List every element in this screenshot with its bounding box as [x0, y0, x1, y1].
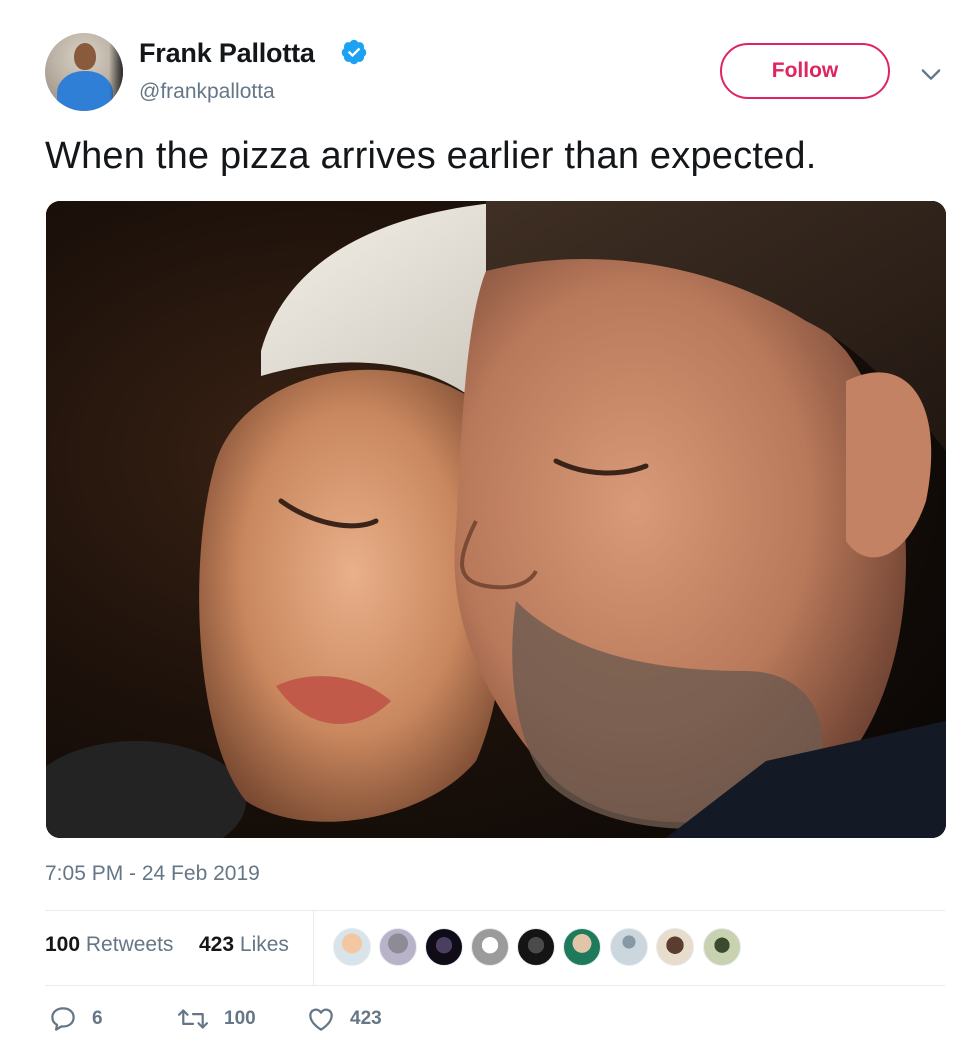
retweet-icon [177, 1009, 209, 1029]
retweet-count: 100 [224, 1008, 256, 1029]
likes-count: 423 [199, 933, 235, 956]
retweets-count: 100 [45, 933, 81, 956]
author-name[interactable]: Frank Pallotta [139, 38, 315, 69]
stats-divider [313, 910, 314, 985]
reply-icon [51, 1007, 75, 1031]
retweets-label: Retweets [85, 933, 174, 956]
avatar-head [74, 43, 96, 70]
like-action[interactable]: 423 [306, 1004, 382, 1034]
liker-avatar-3[interactable] [425, 928, 463, 966]
divider-bottom [45, 985, 945, 986]
tweet-timestamp[interactable]: 7:05 PM - 24 Feb 2019 [45, 862, 260, 886]
follow-button[interactable]: Follow [720, 43, 890, 99]
liker-avatar-1[interactable] [333, 928, 371, 966]
tweet: Frank Pallotta @frankpallotta Follow Whe… [0, 0, 980, 1049]
liker-avatar-7[interactable] [610, 928, 648, 966]
liker-avatar-6[interactable] [563, 928, 601, 966]
liker-avatar-2[interactable] [379, 928, 417, 966]
retweet-action[interactable]: 100 [176, 1004, 256, 1034]
retweets-stat[interactable]: 100 Retweets [45, 933, 173, 957]
author-handle[interactable]: @frankpallotta [139, 80, 275, 104]
photo-illustration [46, 201, 946, 838]
likes-label: Likes [239, 933, 289, 956]
tweet-photo[interactable] [46, 201, 946, 838]
likes-stat[interactable]: 423 Likes [199, 933, 289, 957]
avatar-edge [109, 33, 123, 111]
reply-count: 6 [92, 1008, 103, 1029]
liker-avatar-9[interactable] [703, 928, 741, 966]
chevron-down-icon[interactable] [917, 60, 945, 88]
verified-badge-icon [341, 39, 367, 65]
tweet-text: When the pizza arrives earlier than expe… [45, 135, 817, 177]
liker-avatar-5[interactable] [517, 928, 555, 966]
liker-avatar-4[interactable] [471, 928, 509, 966]
divider-top [45, 910, 945, 911]
reply-action[interactable]: 6 [48, 1004, 103, 1034]
author-avatar[interactable] [45, 33, 123, 111]
liker-avatar-8[interactable] [656, 928, 694, 966]
avatar-body [57, 71, 113, 111]
heart-icon [309, 1008, 333, 1031]
like-count: 423 [350, 1008, 382, 1029]
